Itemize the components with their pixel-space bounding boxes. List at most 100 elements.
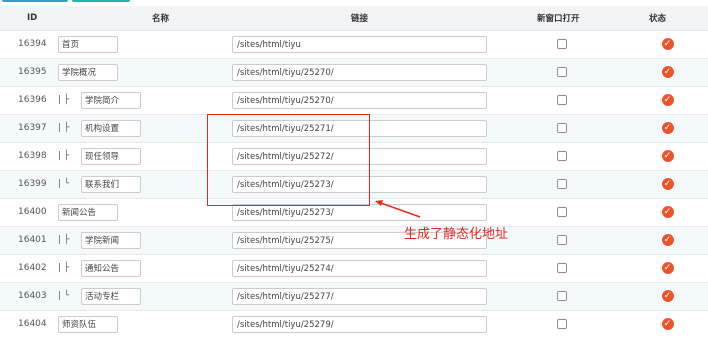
row-id: 16400	[0, 197, 55, 226]
row-link-cell: /sites/html/tiyu	[232, 29, 497, 58]
name-input[interactable]: 学院概况	[58, 63, 118, 81]
table-header: ID 名称 链接 新窗口打开 状态	[0, 6, 708, 30]
row-newwin-cell	[497, 197, 627, 226]
link-input[interactable]: /sites/html/tiyu/25272/	[232, 147, 487, 165]
new-window-checkbox[interactable]	[557, 319, 567, 330]
row-name-cell: | ├ 机构设置	[55, 113, 232, 142]
row-newwin-cell	[497, 281, 627, 310]
new-window-checkbox[interactable]	[557, 207, 567, 217]
tree-indent: | ├	[58, 151, 70, 161]
row-name-cell: 学院概况	[55, 57, 232, 86]
link-input[interactable]: /sites/html/tiyu/25277/	[232, 287, 487, 305]
row-id: 16404	[0, 309, 55, 338]
name-input[interactable]: 现任领导	[81, 147, 141, 165]
row-status-cell: ✓	[627, 281, 708, 310]
annotation-arrow-icon	[375, 200, 421, 218]
status-check-icon[interactable]: ✓	[661, 318, 674, 331]
tree-indent: | └	[58, 179, 70, 189]
row-status-cell: ✓	[627, 309, 708, 338]
top-action-button-1[interactable]	[2, 0, 68, 2]
tree-indent: | ├	[58, 263, 70, 273]
name-input[interactable]: 学院简介	[81, 91, 141, 109]
row-status-cell: ✓	[627, 197, 708, 226]
status-check-icon[interactable]: ✓	[661, 262, 674, 274]
link-input[interactable]: /sites/html/tiyu/25274/	[232, 259, 487, 277]
row-link-cell: /sites/html/tiyu/25277/	[232, 281, 497, 310]
table-row: 16400 新闻公告/sites/html/tiyu/25273/ ✓	[0, 197, 708, 226]
table-row: 16402 | ├ 通知公告/sites/html/tiyu/25274/ ✓	[0, 253, 708, 282]
col-header-link: 链接	[351, 13, 369, 24]
new-window-checkbox[interactable]	[557, 95, 567, 105]
name-input[interactable]: 新闻公告	[58, 203, 118, 221]
new-window-checkbox[interactable]	[557, 235, 567, 245]
row-name-cell: | ├ 学院新闻	[55, 225, 232, 254]
row-status-cell: ✓	[627, 225, 708, 254]
new-window-checkbox[interactable]	[557, 291, 567, 301]
row-newwin-cell	[497, 309, 627, 338]
col-header-id: ID	[27, 12, 38, 23]
link-input[interactable]: /sites/html/tiyu/25273/	[232, 203, 487, 221]
name-input[interactable]: 首页	[58, 35, 118, 53]
new-window-checkbox[interactable]	[557, 123, 567, 133]
row-link-cell: /sites/html/tiyu/25271/	[232, 113, 497, 142]
row-newwin-cell	[497, 29, 627, 58]
status-check-icon[interactable]: ✓	[661, 290, 674, 302]
row-id: 16396	[0, 85, 55, 114]
row-link-cell: /sites/html/tiyu/25273/	[232, 169, 497, 198]
row-status-cell: ✓	[627, 169, 708, 198]
name-input[interactable]: 机构设置	[81, 119, 141, 137]
name-input[interactable]: 通知公告	[81, 259, 141, 277]
link-input[interactable]: /sites/html/tiyu/25271/	[232, 119, 487, 137]
status-check-icon[interactable]: ✓	[661, 94, 674, 106]
col-header-status: 状态	[649, 13, 667, 24]
tree-indent: | ├	[58, 235, 70, 245]
tree-indent: | ├	[58, 123, 70, 133]
row-status-cell: ✓	[627, 57, 708, 86]
row-name-cell: | └ 联系我们	[55, 169, 232, 198]
row-name-cell: 新闻公告	[55, 197, 232, 226]
row-link-cell: /sites/html/tiyu/25272/	[232, 141, 497, 170]
row-id: 16395	[0, 57, 55, 86]
row-id: 16394	[0, 29, 55, 58]
table-row: 16396 | ├ 学院简介/sites/html/tiyu/25270/ ✓	[0, 85, 708, 114]
new-window-checkbox[interactable]	[557, 179, 567, 189]
table-row: 16395 学院概况/sites/html/tiyu/25270/ ✓	[0, 57, 708, 86]
table-row: 16401 | ├ 学院新闻/sites/html/tiyu/25275/✓	[0, 225, 708, 254]
status-check-icon[interactable]: ✓	[661, 38, 674, 50]
tree-indent: | ├	[58, 95, 70, 105]
new-window-checkbox[interactable]	[557, 263, 567, 273]
name-input[interactable]: 联系我们	[81, 175, 141, 193]
new-window-checkbox[interactable]	[557, 151, 567, 161]
link-input[interactable]: /sites/html/tiyu	[232, 35, 487, 53]
link-input[interactable]: /sites/html/tiyu/25270/	[232, 63, 487, 81]
row-name-cell: 首页	[55, 29, 232, 58]
row-link-cell: /sites/html/tiyu/25270/	[232, 85, 497, 114]
status-check-icon[interactable]: ✓	[661, 178, 674, 190]
name-input[interactable]: 师资队伍	[58, 315, 118, 333]
row-status-cell: ✓	[627, 113, 708, 142]
row-name-cell: 师资队伍	[55, 309, 232, 338]
row-newwin-cell	[497, 253, 627, 282]
status-check-icon[interactable]: ✓	[661, 234, 674, 246]
status-check-icon[interactable]: ✓	[661, 122, 674, 134]
top-action-button-2[interactable]	[72, 0, 130, 2]
new-window-checkbox[interactable]	[557, 67, 567, 77]
row-link-cell: /sites/html/tiyu/25274/	[232, 253, 497, 282]
status-check-icon[interactable]: ✓	[661, 66, 674, 78]
new-window-checkbox[interactable]	[557, 39, 567, 49]
row-newwin-cell	[497, 113, 627, 142]
row-id: 16402	[0, 253, 55, 282]
status-check-icon[interactable]: ✓	[661, 150, 674, 162]
name-input[interactable]: 活动专栏	[81, 287, 141, 305]
link-input[interactable]: /sites/html/tiyu/25279/	[232, 315, 487, 333]
row-status-cell: ✓	[627, 253, 708, 282]
row-newwin-cell	[497, 57, 627, 86]
table-row: 16403 | └ 活动专栏/sites/html/tiyu/25277/ ✓	[0, 281, 708, 310]
link-input[interactable]: /sites/html/tiyu/25273/	[232, 175, 487, 193]
row-id: 16403	[0, 281, 55, 310]
status-check-icon[interactable]: ✓	[661, 206, 674, 218]
link-input[interactable]: /sites/html/tiyu/25270/	[232, 91, 487, 109]
row-newwin-cell	[497, 169, 627, 198]
name-input[interactable]: 学院新闻	[81, 231, 141, 249]
row-status-cell: ✓	[627, 85, 708, 114]
